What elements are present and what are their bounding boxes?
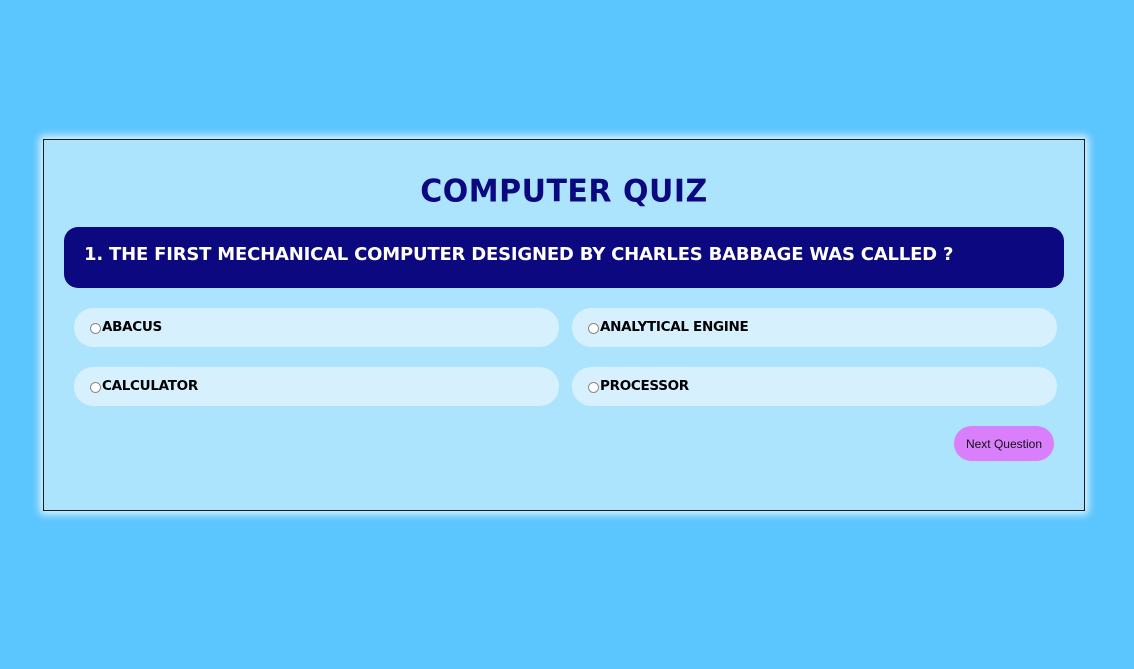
- option-analytical-engine[interactable]: Analytical Engine: [572, 308, 1057, 347]
- next-question-button[interactable]: Next Question: [954, 426, 1054, 461]
- option-calculator[interactable]: Calculator: [74, 367, 559, 406]
- radio-button[interactable]: [588, 323, 599, 334]
- radio-button[interactable]: [90, 382, 101, 393]
- quiz-card: Computer Quiz 1. The first mechanical co…: [43, 139, 1085, 511]
- question-text: 1. The first mechanical computer designe…: [84, 244, 954, 265]
- radio-button[interactable]: [90, 323, 101, 334]
- option-label: Abacus: [102, 318, 162, 335]
- option-abacus[interactable]: Abacus: [74, 308, 559, 347]
- quiz-title: Computer Quiz: [420, 173, 708, 210]
- option-label: Analytical Engine: [600, 318, 749, 335]
- option-processor[interactable]: Processor: [572, 367, 1057, 406]
- option-label: Calculator: [102, 377, 198, 394]
- option-label: Processor: [600, 377, 689, 394]
- question-bar: 1. The first mechanical computer designe…: [64, 227, 1064, 288]
- radio-button[interactable]: [588, 382, 599, 393]
